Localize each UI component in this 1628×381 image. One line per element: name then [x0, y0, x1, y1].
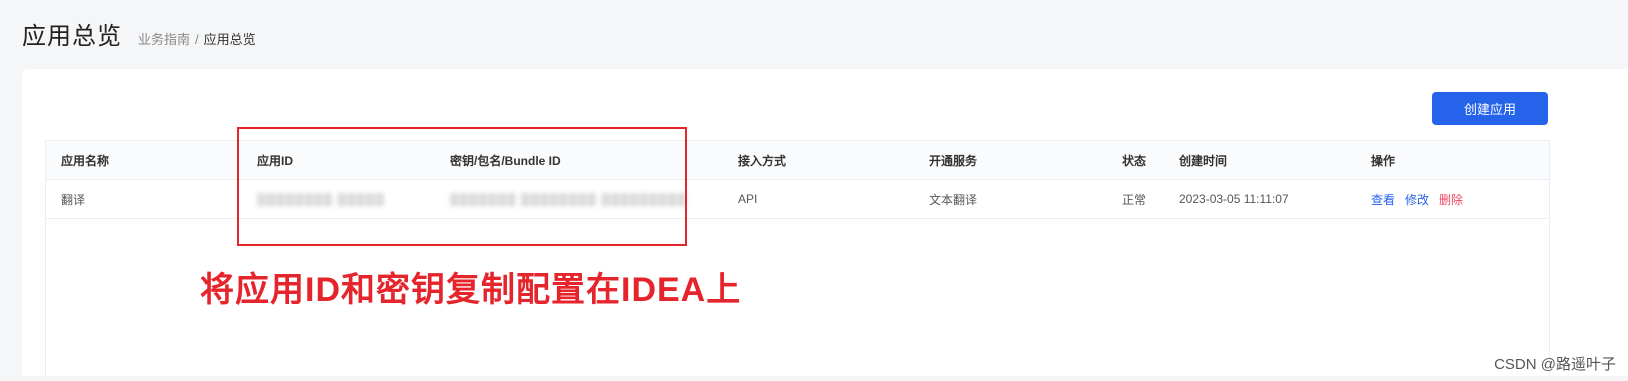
cell-secret-redacted: ▒▒▒▒▒▒▒ ▒▒▒▒▒▒▒▒ ▒▒▒▒▒▒▒▒▒ — [450, 180, 687, 218]
cell-created: 2023-03-05 11:11:07 — [1179, 180, 1289, 218]
column-header-service: 开通服务 — [929, 141, 977, 179]
breadcrumb-item-current: 应用总览 — [204, 32, 256, 47]
table-row: 翻译 ▒▒▒▒▒▒▒▒ ▒▒▒▒▒ ▒▒▒▒▒▒▒ ▒▒▒▒▒▒▒▒ ▒▒▒▒▒… — [46, 180, 1549, 219]
breadcrumb: 业务指南 / 应用总览 — [138, 29, 256, 48]
cell-actions: 查看 修改 删除 — [1371, 180, 1473, 218]
content-card: 创建应用 应用名称 应用ID 密钥/包名/Bundle ID 接入方式 开通服务… — [22, 69, 1628, 376]
cell-app-name: 翻译 — [61, 180, 85, 218]
edit-link[interactable]: 修改 — [1405, 191, 1429, 208]
cell-service: 文本翻译 — [929, 180, 977, 218]
table-header: 应用名称 应用ID 密钥/包名/Bundle ID 接入方式 开通服务 状态 创… — [46, 141, 1549, 180]
column-header-secret: 密钥/包名/Bundle ID — [450, 141, 561, 179]
breadcrumb-separator: / — [195, 32, 199, 47]
annotation-text: 将应用ID和密钥复制配置在IDEA上 — [200, 262, 741, 311]
column-header-app-id: 应用ID — [257, 141, 293, 179]
cell-status: 正常 — [1122, 180, 1146, 218]
column-header-status: 状态 — [1122, 141, 1146, 179]
create-app-button[interactable]: 创建应用 — [1432, 92, 1548, 125]
page-header: 应用总览 业务指南 / 应用总览 — [22, 16, 256, 51]
watermark: CSDN @路遥叶子 — [1494, 353, 1616, 374]
column-header-name: 应用名称 — [61, 141, 109, 179]
page-title: 应用总览 — [22, 16, 122, 51]
breadcrumb-item-guide[interactable]: 业务指南 — [138, 32, 190, 47]
column-header-created: 创建时间 — [1179, 141, 1227, 179]
redacted-secret: ▒▒▒▒▒▒▒ ▒▒▒▒▒▒▒▒ ▒▒▒▒▒▒▒▒▒ — [450, 192, 687, 206]
cell-app-id-redacted: ▒▒▒▒▒▒▒▒ ▒▒▒▒▒ — [257, 180, 385, 218]
cell-access: API — [738, 180, 757, 218]
redacted-app-id: ▒▒▒▒▒▒▒▒ ▒▒▒▒▒ — [257, 192, 385, 206]
column-header-access: 接入方式 — [738, 141, 786, 179]
column-header-actions: 操作 — [1371, 141, 1395, 179]
apps-table: 应用名称 应用ID 密钥/包名/Bundle ID 接入方式 开通服务 状态 创… — [45, 140, 1550, 381]
delete-link[interactable]: 删除 — [1439, 191, 1463, 208]
view-link[interactable]: 查看 — [1371, 191, 1395, 208]
